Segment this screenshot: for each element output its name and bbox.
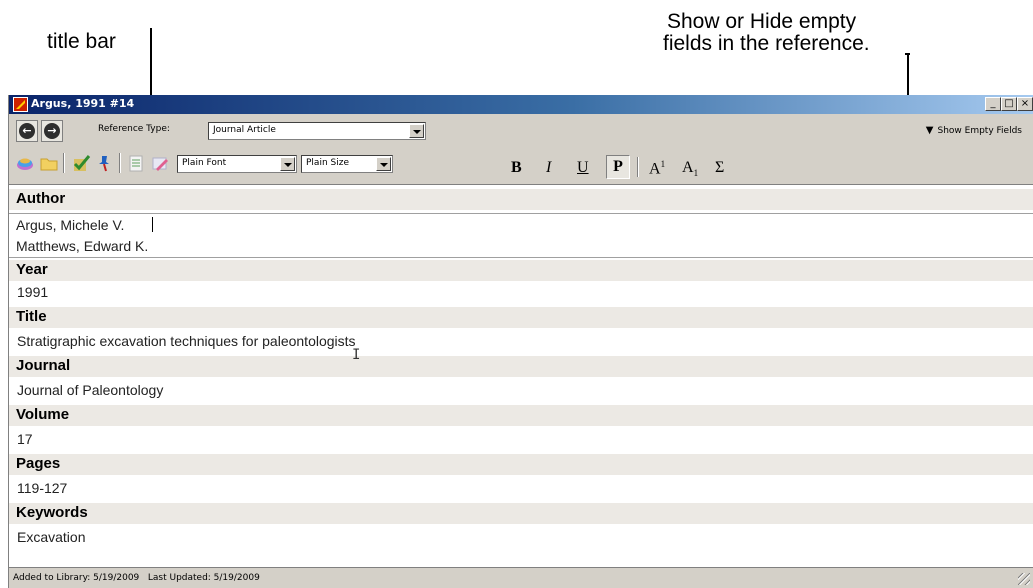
author-value-2[interactable]: Matthews, Edward K. (16, 238, 148, 254)
window-title: Argus, 1991 #14 (31, 97, 135, 110)
symbol-button[interactable]: Σ (715, 159, 724, 177)
journal-value[interactable]: Journal of Paleontology (17, 382, 163, 398)
previous-reference-button[interactable]: ← (16, 120, 38, 142)
size-value: Plain Size (306, 158, 349, 168)
pencil-edit-icon[interactable] (150, 153, 170, 173)
chevron-down-icon[interactable] (409, 124, 424, 138)
formatting-toolbar: Plain Font Plain Size B I U P A1 A1 Σ (9, 144, 1033, 184)
title-bar[interactable]: Argus, 1991 #14 _ □ × (9, 95, 1033, 114)
close-button[interactable]: × (1017, 97, 1033, 111)
plain-text-button[interactable]: P (606, 155, 630, 179)
text-caret (152, 217, 153, 232)
callout-show-hide-line1: Show or Hide empty (667, 10, 857, 33)
subscript-mark: 1 (693, 168, 699, 179)
arrow-left-icon: ← (19, 123, 35, 139)
bold-button[interactable]: B (511, 159, 522, 177)
status-bar: Added to Library: 5/19/2009 Last Updated… (9, 567, 1033, 588)
status-text: Added to Library: 5/19/2009 Last Updated… (13, 573, 260, 583)
pushpin-icon[interactable] (95, 153, 115, 173)
toolbar-separator (119, 153, 121, 173)
resize-grip-icon[interactable] (1018, 573, 1030, 585)
show-empty-fields-label: Show Empty Fields (937, 126, 1023, 136)
open-folder-icon[interactable] (39, 153, 59, 173)
italic-button[interactable]: I (546, 159, 551, 177)
superscript-mark: 1 (660, 159, 666, 169)
size-select[interactable]: Plain Size (301, 155, 393, 173)
maximize-button[interactable]: □ (1001, 97, 1017, 111)
next-reference-button[interactable]: → (41, 120, 63, 142)
field-label-pages: Pages (9, 454, 1033, 475)
pages-value[interactable]: 119-127 (17, 480, 67, 496)
toolbar-separator (63, 153, 65, 173)
ibeam-cursor-icon: I (352, 347, 361, 363)
field-label-keywords: Keywords (9, 503, 1033, 524)
font-select[interactable]: Plain Font (177, 155, 297, 173)
reference-type-label: Reference Type: (98, 124, 170, 134)
font-value: Plain Font (182, 158, 227, 168)
checkmark-icon[interactable] (71, 153, 91, 173)
author-field[interactable]: Argus, Michele V. Matthews, Edward K. (9, 213, 1033, 258)
reference-window: Argus, 1991 #14 _ □ × ← → Reference Type… (8, 95, 1033, 588)
double-chevron-down-icon: ▼ (925, 125, 934, 136)
field-label-volume: Volume (9, 405, 1033, 426)
reference-type-bar: ← → Reference Type: Journal Article ▼ Sho… (9, 114, 1033, 144)
keywords-value[interactable]: Excavation (17, 529, 85, 545)
reference-type-value: Journal Article (213, 125, 276, 135)
field-label-journal: Journal (9, 356, 1033, 377)
show-empty-fields-toggle[interactable]: ▼ Show Empty Fields (926, 125, 1022, 136)
endnote-app-icon (13, 97, 28, 112)
list-icon[interactable] (126, 153, 146, 173)
arrow-right-icon: → (44, 123, 60, 139)
volume-value[interactable]: 17 (17, 431, 33, 447)
field-label-title: Title (9, 307, 1033, 328)
field-label-year: Year (9, 260, 1033, 281)
superscript-base: A (649, 160, 661, 178)
insert-citation-icon[interactable] (15, 153, 35, 173)
toolbar-separator (637, 157, 639, 177)
minimize-button[interactable]: _ (985, 97, 1001, 111)
chevron-down-icon[interactable] (280, 157, 295, 171)
title-value[interactable]: Stratigraphic excavation techniques for … (17, 333, 356, 349)
superscript-button[interactable]: A1 (649, 159, 665, 178)
callout-title-bar-line (150, 28, 152, 95)
callout-show-hide-line2: fields in the reference. (663, 32, 870, 55)
author-value-1[interactable]: Argus, Michele V. (16, 217, 124, 233)
reference-fields-panel[interactable]: Author Argus, Michele V. Matthews, Edwar… (9, 184, 1033, 567)
callout-show-hide-tick (905, 53, 910, 55)
field-label-author: Author (9, 189, 1033, 210)
subscript-base: A (682, 159, 694, 176)
reference-type-select[interactable]: Journal Article (208, 122, 426, 140)
subscript-button[interactable]: A1 (682, 159, 698, 178)
underline-button[interactable]: U (577, 159, 589, 177)
year-value[interactable]: 1991 (17, 284, 48, 300)
callout-title-bar: title bar (47, 30, 116, 53)
chevron-down-icon[interactable] (376, 157, 391, 171)
